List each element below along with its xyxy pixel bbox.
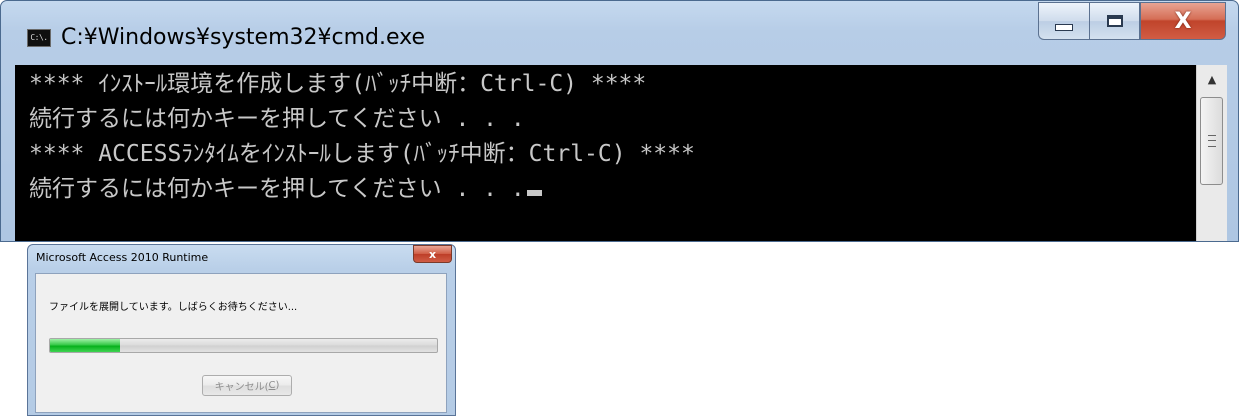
cmd-window-title: C:¥Windows¥system32¥cmd.exe: [61, 25, 426, 50]
progress-bar: [49, 338, 438, 353]
console-line: **** ｲﾝｽﾄｰﾙ環境を作成します(ﾊﾞｯﾁ中断：Ctrl-C) ****: [29, 71, 647, 97]
cmd-window: C:\. C:¥Windows¥system32¥cmd.exe X **** …: [0, 0, 1239, 242]
console-line: **** ACCESSﾗﾝﾀｲﾑをｲﾝｽﾄｰﾙします(ﾊﾞｯﾁ中断：Ctrl-C…: [29, 141, 695, 167]
dialog-message: ファイルを展開しています。しばらくお待ちください...: [49, 302, 298, 313]
console-line-text: 続行するには何かキーを押してください . . .: [29, 176, 525, 202]
close-icon: X: [1174, 8, 1192, 34]
cancel-button[interactable]: キャンセル(C): [202, 375, 292, 396]
cancel-mnemonic: C: [268, 380, 276, 391]
scroll-up-arrow-icon[interactable]: ▲: [1197, 65, 1227, 93]
dialog-body: ファイルを展開しています。しばらくお待ちください... キャンセル(C): [35, 273, 447, 413]
maximize-icon: [1106, 15, 1123, 27]
text-cursor: [526, 190, 542, 196]
close-button[interactable]: X: [1140, 2, 1226, 40]
console-line-text: **** ACCESSﾗﾝﾀｲﾑをｲﾝｽﾄｰﾙします(ﾊﾞｯﾁ中断：Ctrl-C…: [29, 141, 695, 167]
cancel-label-suffix: ): [275, 380, 280, 391]
caption-buttons: X: [1038, 2, 1226, 40]
vertical-scrollbar[interactable]: ▲: [1196, 65, 1227, 241]
minimize-button[interactable]: [1038, 2, 1089, 40]
progress-fill: [50, 339, 120, 352]
cmd-titlebar[interactable]: C:\. C:¥Windows¥system32¥cmd.exe X: [1, 1, 1238, 65]
console-line: 続行するには何かキーを押してください . . .: [29, 176, 542, 202]
console-line: 続行するには何かキーを押してください . . .: [29, 106, 525, 132]
grip-icon: [1207, 135, 1216, 147]
maximize-button[interactable]: [1089, 2, 1140, 40]
close-icon: x: [428, 247, 437, 261]
dialog-close-button[interactable]: x: [413, 245, 452, 263]
cancel-label-prefix: キャンセル(: [214, 382, 269, 393]
console-output[interactable]: **** ｲﾝｽﾄｰﾙ環境を作成します(ﾊﾞｯﾁ中断：Ctrl-C) **** …: [15, 65, 1196, 241]
scroll-thumb[interactable]: [1200, 97, 1223, 185]
minimize-icon: [1055, 23, 1073, 31]
access-installer-dialog: Microsoft Access 2010 Runtime x ファイルを展開し…: [27, 244, 456, 416]
cmd-app-icon[interactable]: C:\.: [27, 29, 51, 47]
dialog-title: Microsoft Access 2010 Runtime: [36, 251, 209, 264]
